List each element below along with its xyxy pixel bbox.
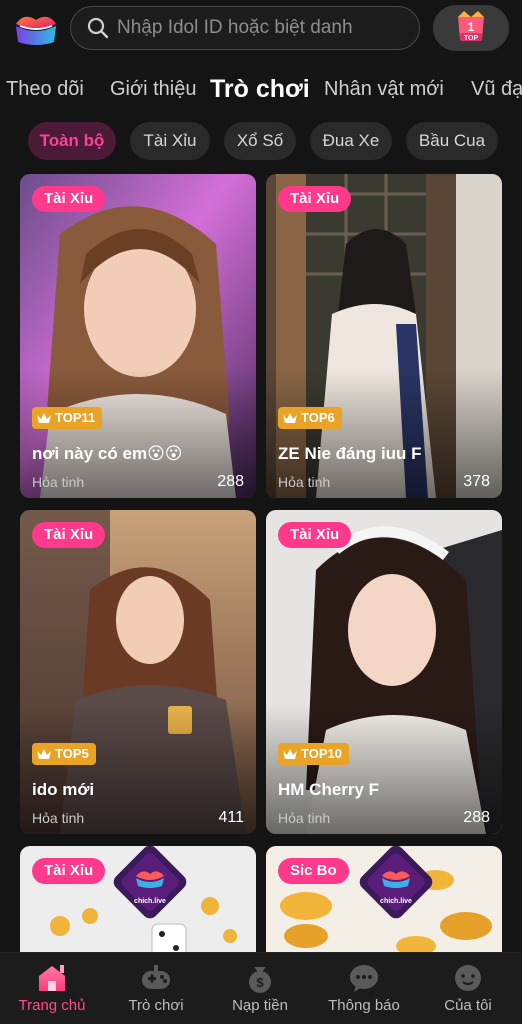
nav-home[interactable]: Trang chủ [0, 953, 104, 1024]
rank-badge: TOP11 [32, 407, 103, 429]
tab-dance[interactable]: Vũ đạo [471, 68, 522, 110]
stream-title: ZE Nie đáng iuu F [278, 444, 422, 463]
top-label: TOP [464, 35, 479, 42]
bottom-navigation: Trang chủ Trò chơi $ Nạp tiền Thông báo [0, 952, 522, 1024]
money-bag-icon: $ [249, 967, 271, 993]
stream-location: Hỏa tinh [278, 810, 331, 826]
crown-icon [283, 413, 297, 423]
search-icon [87, 17, 109, 39]
rank-label: TOP10 [301, 746, 342, 761]
chat-bubble-icon [350, 965, 378, 992]
tab-introduction[interactable]: Giới thiệu [110, 68, 196, 110]
viewer-count: 411 [218, 809, 244, 826]
nav-notifications[interactable]: Thông báo [312, 953, 416, 1024]
stream-location: Hỏa tinh [32, 474, 85, 490]
stream-title: ido mới [32, 780, 95, 799]
nav-top-up-label: Nạp tiền [232, 997, 288, 1014]
rank-badge: TOP6 [278, 407, 342, 429]
home-icon [39, 965, 65, 991]
filter-dua-xe[interactable]: Đua Xe [310, 122, 392, 160]
stream-location: Hỏa tinh [278, 474, 331, 490]
category-badge: Tài Xỉu [278, 522, 352, 548]
app-header: 1 TOP [0, 0, 522, 58]
game-card[interactable]: Tài Xỉu chich.live [20, 846, 256, 966]
stream-location: Hỏa tinh [32, 810, 85, 826]
stream-card[interactable]: Tài Xỉu TOP11 nơi này có em😮😮 Hỏa tinh 2… [20, 174, 256, 498]
viewer-count: 378 [463, 473, 490, 490]
chich-live-logo-text: chich.live [134, 898, 166, 905]
stream-card[interactable]: Tài Xỉu TOP10 HM Cherry F Hỏa tinh 288 [266, 510, 502, 834]
rank-label: TOP5 [55, 746, 89, 761]
nav-notifications-label: Thông báo [328, 997, 400, 1014]
chich-live-logo-text: chich.live [380, 898, 412, 905]
rank-badge: TOP5 [32, 743, 96, 765]
tab-games[interactable]: Trò chơi [210, 68, 310, 110]
game-card[interactable]: Sic Bo chich.live [266, 846, 502, 966]
tab-following[interactable]: Theo dõi [6, 68, 84, 110]
search-bar[interactable] [70, 6, 420, 50]
profile-face-icon [455, 965, 481, 991]
category-badge: Tài Xỉu [32, 186, 106, 212]
category-badge: Tài Xỉu [32, 522, 106, 548]
search-input[interactable] [117, 17, 407, 39]
rank-badge: TOP10 [278, 743, 349, 765]
nav-profile-label: Của tôi [444, 997, 492, 1014]
stream-card[interactable]: Tài Xỉu TOP6 ZE Nie đáng iuu F Hỏa tinh … [266, 174, 502, 498]
app-logo-icon[interactable] [12, 8, 60, 48]
viewer-count: 288 [217, 473, 244, 490]
rank-label: TOP6 [301, 410, 335, 425]
nav-games[interactable]: Trò chơi [104, 953, 208, 1024]
category-badge: Tài Xỉu [32, 858, 106, 884]
category-badge: Tài Xỉu [278, 186, 352, 212]
viewer-count: 288 [463, 809, 490, 826]
crown-icon [37, 413, 51, 423]
category-badge: Sic Bo [278, 858, 349, 884]
filter-tai-xiu[interactable]: Tài Xỉu [130, 122, 210, 160]
top-ranking-button[interactable]: 1 TOP [433, 5, 509, 51]
gamepad-icon [142, 965, 170, 989]
stream-title: HM Cherry F [278, 780, 380, 799]
crown-icon [283, 749, 297, 759]
stream-title: nơi này có em😮😮 [32, 444, 183, 463]
filter-all[interactable]: Toàn bộ [28, 122, 116, 160]
filter-bau-cua[interactable]: Bầu Cua [406, 122, 498, 160]
category-tabs: Theo dõi Giới thiệu Trò chơi Nhân vật mớ… [0, 68, 522, 110]
nav-top-up[interactable]: $ Nạp tiền [208, 953, 312, 1024]
top-number: 1 [468, 20, 475, 34]
rank-label: TOP11 [55, 410, 96, 425]
filter-xo-so[interactable]: Xổ Số [224, 122, 296, 160]
top-trophy-icon: 1 TOP [458, 11, 484, 42]
crown-icon [37, 749, 51, 759]
stream-card[interactable]: Tài Xỉu TOP5 ido mới Hỏa tinh 411 [20, 510, 256, 834]
svg-text:$: $ [256, 975, 264, 990]
nav-home-label: Trang chủ [18, 997, 86, 1014]
nav-profile[interactable]: Của tôi [416, 953, 520, 1024]
tab-new-characters[interactable]: Nhân vật mới [324, 68, 444, 110]
game-filters: Toàn bộ Tài Xỉu Xổ Số Đua Xe Bầu Cua [0, 122, 522, 160]
nav-games-label: Trò chơi [128, 997, 184, 1014]
